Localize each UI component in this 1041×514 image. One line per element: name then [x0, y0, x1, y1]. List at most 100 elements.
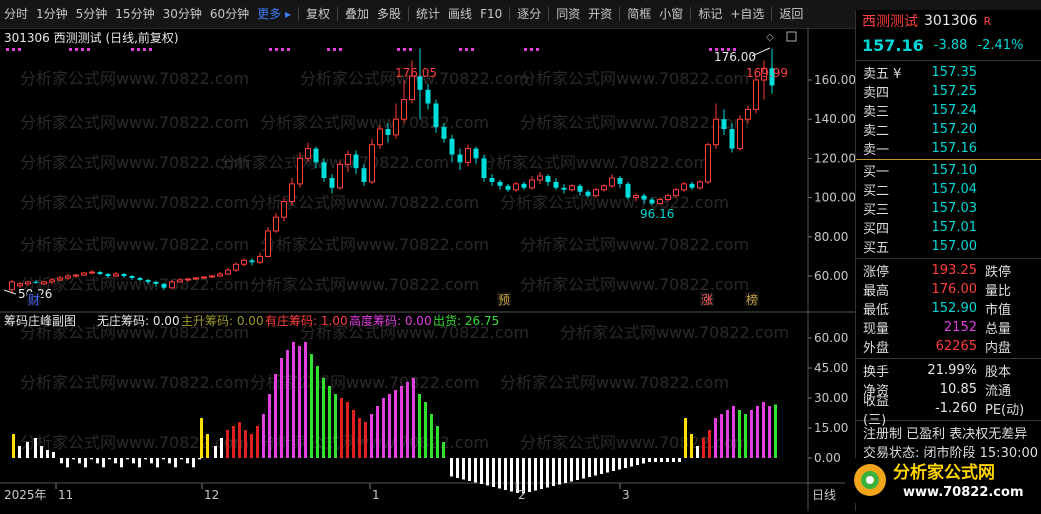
indicator-bar [588, 458, 591, 477]
stat-value: 152.90 [931, 301, 978, 316]
indicator-bar [322, 378, 325, 458]
stat-value: 193.25 [931, 263, 978, 278]
watermark-text: 分析家公式网www.70822.com [260, 113, 489, 132]
candle-body-up [665, 195, 671, 201]
candle-body-down [481, 158, 487, 178]
indicator-bar [672, 458, 675, 462]
watermark-text: 分析家公式网www.70822.com [20, 235, 249, 254]
toolbar-item-3[interactable]: 15分钟 [111, 0, 158, 28]
stat2-label2: 流通 [985, 384, 1012, 399]
toolbar-item-16[interactable]: 简框 [623, 0, 655, 28]
toolbar-item-11[interactable]: 画线 [444, 0, 476, 28]
candle-body-down [553, 181, 559, 188]
candle-body-down [145, 279, 151, 282]
kline-chart[interactable]: 301306 西测测试 (日线,前复权)分析家公式网www.70822.com 分… [0, 28, 856, 511]
candle-body-up [705, 144, 711, 183]
indicator-bar [214, 446, 217, 458]
indicator-bar [450, 458, 453, 477]
candle-body-up [257, 255, 263, 263]
toolbar-sep [619, 7, 621, 21]
indicator-bar [52, 452, 55, 458]
toolbar-item-2[interactable]: 5分钟 [72, 0, 112, 28]
indicator-bar [564, 458, 567, 483]
site-logo: 分析家公式网 www.70822.com [845, 458, 1041, 503]
ask-row: 卖三 157.24 [856, 101, 1041, 120]
indicator-bar [468, 458, 471, 481]
indicator-name: 筹码庄峰副图 [4, 313, 76, 328]
indicator-bar [370, 414, 373, 458]
indicator-bar [528, 458, 531, 492]
toolbar-item-4[interactable]: 30分钟 [159, 0, 206, 28]
toolbar-item-19[interactable]: +自选 [726, 0, 768, 28]
signal-dot [327, 48, 330, 51]
ask-label: 卖二 [863, 124, 890, 139]
x-label: 12 [204, 488, 219, 502]
signal-dot [143, 48, 146, 51]
candle-body-down [689, 183, 695, 188]
candle-body-down [585, 191, 591, 196]
indicator-bar [292, 342, 295, 458]
candle-body-up [265, 230, 271, 257]
candle-body-down [473, 148, 479, 159]
toolbar-item-20[interactable]: 返回 [775, 0, 807, 28]
candle-body-up [49, 279, 55, 283]
indicator-bar [46, 450, 49, 458]
x-label: 1 [372, 488, 380, 502]
toolbar-item-14[interactable]: 同资 [552, 0, 584, 28]
bid-price: 157.00 [931, 239, 978, 254]
indicator-bar [714, 418, 717, 458]
toolbar-item-9[interactable]: 多股 [373, 0, 405, 28]
toolbar-item-8[interactable]: 叠加 [341, 0, 373, 28]
indicator-item-3: 高度筹码: 0.00 [349, 313, 432, 328]
toolbar-item-0[interactable]: 分时 [0, 0, 32, 28]
price-tick-label: 140.00 [814, 112, 855, 126]
candle-body-down [329, 178, 335, 188]
toolbar-item-10[interactable]: 统计 [412, 0, 444, 28]
ask-label: 卖五 ¥ [863, 67, 902, 82]
candle-body-down [105, 274, 111, 276]
indicator-bar [702, 438, 705, 458]
signal-dot [75, 48, 78, 51]
candle-body-up [233, 263, 239, 271]
toolbar-item-7[interactable]: 复权 [302, 0, 334, 28]
signal-dot [149, 48, 152, 51]
signal-dot [137, 48, 140, 51]
bid-label: 买一 [863, 165, 890, 180]
signal-dot [339, 48, 342, 51]
stat2-value: 21.99% [927, 363, 977, 378]
indicator-bar [280, 358, 283, 458]
ask-price: 157.25 [931, 84, 978, 99]
indicator-bar [654, 458, 657, 462]
toolbar-item-6[interactable]: 更多 ▸ [253, 0, 295, 28]
toolbar-item-17[interactable]: 小窗 [655, 0, 687, 28]
indicator-bar [558, 458, 561, 485]
watermark-text: 分析家公式网www.70822.com [480, 153, 709, 172]
toolbar-item-18[interactable]: 标记 [694, 0, 726, 28]
toolbar-item-1[interactable]: 1分钟 [32, 0, 72, 28]
candle-body-up [177, 279, 183, 283]
toolbar-item-15[interactable]: 开资 [584, 0, 616, 28]
watermark-text: 分析家公式网www.70822.com [260, 235, 489, 254]
toolbar-item-5[interactable]: 60分钟 [206, 0, 253, 28]
bid-label: 买三 [863, 203, 890, 218]
candle-body-down [625, 183, 631, 198]
indicator-bar [232, 426, 235, 458]
indicator-bar [316, 366, 319, 458]
chart-area[interactable]: 301306 西测测试 (日线,前复权) 分析家公式网www.70822.com 分… [0, 28, 856, 511]
indicator-bar [72, 458, 75, 460]
candle-body-up [225, 269, 231, 275]
toolbar-item-12[interactable]: F10 [476, 0, 506, 28]
indicator-bar [684, 418, 687, 458]
indicator-bar [90, 458, 93, 460]
indicator-bar [726, 410, 729, 458]
indicator-bar [382, 398, 385, 458]
signal-dot [131, 48, 134, 51]
toolbar-item-13[interactable]: 逐分 [513, 0, 545, 28]
indicator-bar [60, 458, 63, 464]
bid-row: 买五 157.00 [856, 237, 1041, 256]
indicator-bar [642, 458, 645, 464]
stat2-row: 换手 21.99% 股本 [856, 361, 1041, 380]
indicator-bar [732, 406, 735, 458]
indicator-bar [186, 458, 189, 464]
indicator-bar [144, 458, 147, 460]
